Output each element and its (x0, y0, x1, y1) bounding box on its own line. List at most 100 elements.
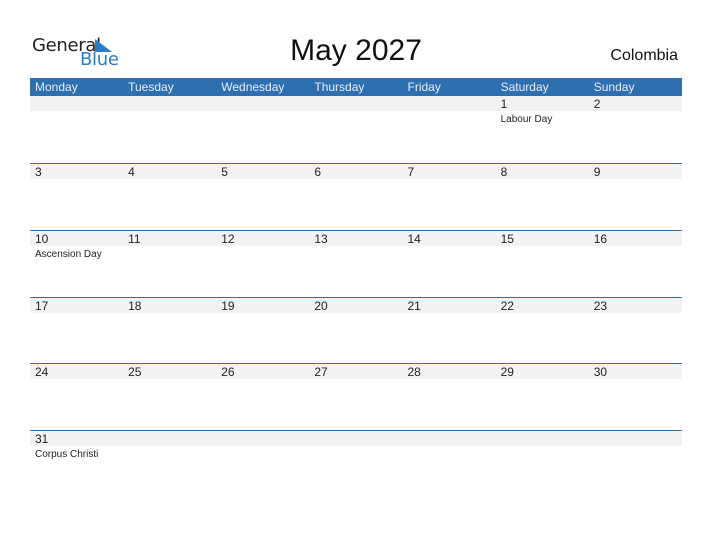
day-cell (402, 96, 496, 162)
day-cell: 16 (588, 231, 682, 297)
holiday-label (216, 111, 309, 114)
holiday-label (123, 246, 216, 249)
day-cell: 18 (123, 298, 217, 364)
day-number: 19 (216, 298, 310, 313)
day-cell: 3 (30, 164, 124, 230)
holiday-label (496, 446, 589, 449)
day-number: 18 (123, 298, 217, 313)
day-number (588, 431, 682, 446)
day-cell (30, 96, 124, 162)
day-cell: 6 (309, 164, 403, 230)
weekday-friday: Friday (407, 80, 441, 94)
day-cell: 11 (123, 231, 217, 297)
day-number: 24 (30, 364, 124, 379)
day-number: 9 (588, 164, 682, 179)
day-number: 22 (495, 298, 589, 313)
week-row: 24 25 26 27 28 29 30 (30, 363, 682, 430)
holiday-label (30, 179, 123, 182)
day-number: 3 (30, 164, 124, 179)
day-number (309, 96, 403, 111)
day-cell: 24 (30, 364, 124, 430)
day-number (30, 96, 124, 111)
day-number: 29 (495, 364, 589, 379)
day-number (123, 96, 217, 111)
day-cell (495, 431, 589, 497)
day-cell: 29 (495, 364, 589, 430)
day-cell: 4 (123, 164, 217, 230)
weekday-header: Monday Tuesday Wednesday Thursday Friday… (30, 78, 682, 96)
day-number: 23 (588, 298, 682, 313)
holiday-label (403, 446, 496, 449)
holiday-label (123, 179, 216, 182)
holiday-label (496, 379, 589, 382)
holiday-label (496, 246, 589, 249)
week-row: 17 18 19 20 21 22 23 (30, 297, 682, 364)
holiday-label (496, 313, 589, 316)
day-cell: 5 (216, 164, 310, 230)
week-row: 31 Corpus Christi (30, 430, 682, 497)
holiday-label (403, 246, 496, 249)
day-number: 2 (588, 96, 682, 111)
day-cell (309, 96, 403, 162)
day-number (402, 96, 496, 111)
holiday-label (589, 246, 682, 249)
holiday-label (403, 179, 496, 182)
holiday-label (216, 379, 309, 382)
day-number (123, 431, 217, 446)
day-cell: 23 (588, 298, 682, 364)
holiday-label (309, 446, 402, 449)
week-row: 3456789 (30, 163, 682, 230)
holiday-label (309, 379, 402, 382)
holiday-label (589, 379, 682, 382)
holiday-label (216, 179, 309, 182)
holiday-label (123, 111, 216, 114)
holiday-label (123, 313, 216, 316)
holiday-label: Ascension Day (35, 249, 102, 260)
day-cell: 1 Labour Day (495, 96, 589, 162)
holiday-label (309, 179, 402, 182)
holiday-label (589, 313, 682, 316)
holiday-label (589, 179, 682, 182)
day-number: 14 (402, 231, 496, 246)
day-cell (123, 431, 217, 497)
holiday-label (589, 446, 682, 449)
weekday-monday: Monday (35, 80, 78, 94)
day-number: 1 (495, 96, 589, 111)
day-cell: 25 (123, 364, 217, 430)
day-cell: 12 (216, 231, 310, 297)
day-number: 16 (588, 231, 682, 246)
day-number: 15 (495, 231, 589, 246)
day-number: 6 (309, 164, 403, 179)
day-number: 30 (588, 364, 682, 379)
day-cell: 9 (588, 164, 682, 230)
day-cell: 22 (495, 298, 589, 364)
holiday-label (30, 379, 123, 382)
day-cell: 21 (402, 298, 496, 364)
holiday-label (216, 446, 309, 449)
holiday-label (403, 111, 496, 114)
day-cell: 28 (402, 364, 496, 430)
day-cell (309, 431, 403, 497)
day-cell: 27 (309, 364, 403, 430)
holiday-label (309, 111, 402, 114)
weekday-saturday: Saturday (500, 80, 549, 94)
day-cell: 17 (30, 298, 124, 364)
holiday-label (30, 313, 123, 316)
weekday-sunday: Sunday (593, 80, 635, 94)
day-cell: 26 (216, 364, 310, 430)
country-label: Colombia (610, 47, 678, 64)
day-cell: 13 (309, 231, 403, 297)
day-cell: 10 Ascension Day (30, 231, 124, 297)
day-number: 11 (123, 231, 217, 246)
day-number: 5 (216, 164, 310, 179)
holiday-label (216, 246, 309, 249)
holiday-label (403, 379, 496, 382)
holiday-label (123, 446, 216, 449)
day-number: 17 (30, 298, 124, 313)
day-number (216, 431, 310, 446)
day-cell: 15 (495, 231, 589, 297)
day-number: 7 (402, 164, 496, 179)
holiday-label (589, 111, 682, 114)
week-row: 10 Ascension Day 11 12 13 14 15 16 (30, 230, 682, 297)
weekday-thursday: Thursday (314, 80, 365, 94)
